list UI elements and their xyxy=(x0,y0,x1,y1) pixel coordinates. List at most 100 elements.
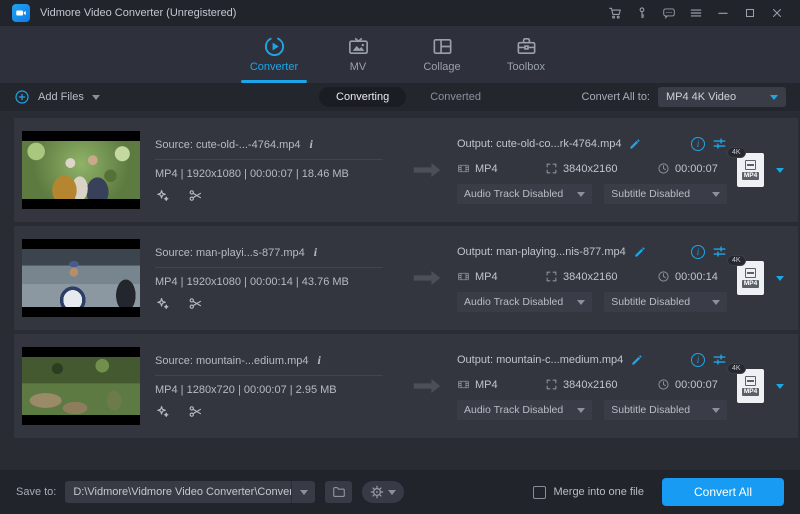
source-info-icon[interactable]: i xyxy=(310,137,313,152)
output-resolution: 3840x2160 xyxy=(563,379,617,391)
source-filename: Source: cute-old-...-4764.mp4 xyxy=(155,139,301,151)
subtitle-dropdown[interactable]: Subtitle Disabled xyxy=(604,400,727,420)
output-filename: Output: man-playing...nis-877.mp4 xyxy=(457,246,626,258)
output-type-icon[interactable]: 4K MP4 xyxy=(737,153,764,187)
tab-collage[interactable]: Collage xyxy=(409,34,475,83)
app-logo-icon xyxy=(12,4,30,22)
tune-icon[interactable] xyxy=(712,352,727,367)
folder-icon xyxy=(332,485,346,499)
file-row: Source: man-playi...s-877.mp4 i MP4 | 19… xyxy=(14,226,798,330)
settings-button[interactable] xyxy=(362,481,404,503)
file-row: Source: cute-old-...-4764.mp4 i MP4 | 19… xyxy=(14,118,798,222)
output-info-icon[interactable]: i xyxy=(691,137,705,151)
expand-icon xyxy=(545,270,558,283)
clock-icon xyxy=(657,162,670,175)
output-duration: 00:00:07 xyxy=(675,163,718,175)
pencil-icon[interactable] xyxy=(628,137,642,151)
output-format-select[interactable]: MP4 4K Video xyxy=(658,87,786,107)
pencil-icon[interactable] xyxy=(633,245,647,259)
file-list: Source: cute-old-...-4764.mp4 i MP4 | 19… xyxy=(0,111,800,470)
save-path-value: D:\Vidmore\Vidmore Video Converter\Conve… xyxy=(65,486,291,498)
convert-all-button[interactable]: Convert All xyxy=(662,478,784,506)
merge-checkbox[interactable] xyxy=(533,486,546,499)
open-folder-button[interactable] xyxy=(325,481,352,503)
format-panel-caret-icon[interactable] xyxy=(776,384,784,389)
close-icon[interactable] xyxy=(766,2,788,24)
add-files-caret-icon[interactable] xyxy=(92,95,100,100)
film-icon xyxy=(457,378,470,391)
output-resolution: 3840x2160 xyxy=(563,163,617,175)
edit-star-icon[interactable] xyxy=(155,404,170,419)
tab-mv[interactable]: MV xyxy=(325,34,391,83)
scissors-icon[interactable] xyxy=(188,188,203,203)
source-filename: Source: mountain-...edium.mp4 xyxy=(155,355,308,367)
save-to-label: Save to: xyxy=(16,486,56,498)
pencil-icon[interactable] xyxy=(630,353,644,367)
clock-icon xyxy=(657,378,670,391)
subtitle-dropdown[interactable]: Subtitle Disabled xyxy=(604,292,727,312)
arrow-right-icon xyxy=(397,378,457,394)
tab-converter[interactable]: Converter xyxy=(241,34,307,83)
file-row: Source: mountain-...edium.mp4 i MP4 | 12… xyxy=(14,334,798,438)
output-format: MP4 xyxy=(475,271,498,283)
converting-tab[interactable]: Converting xyxy=(319,87,406,107)
video-thumbnail[interactable] xyxy=(22,131,140,209)
audio-track-dropdown[interactable]: Audio Track Disabled xyxy=(457,184,592,204)
scissors-icon[interactable] xyxy=(188,404,203,419)
scissors-icon[interactable] xyxy=(188,296,203,311)
tab-toolbox[interactable]: Toolbox xyxy=(493,34,559,83)
feedback-icon[interactable] xyxy=(658,2,680,24)
tune-icon[interactable] xyxy=(712,244,727,259)
film-icon xyxy=(457,162,470,175)
caret-down-icon xyxy=(712,300,720,305)
4k-badge: 4K xyxy=(727,255,746,266)
output-type-icon[interactable]: 4K MP4 xyxy=(737,369,764,403)
save-path-caret-icon[interactable] xyxy=(291,481,315,503)
toolbox-icon xyxy=(515,34,538,58)
audio-track-dropdown[interactable]: Audio Track Disabled xyxy=(457,292,592,312)
4k-badge: 4K xyxy=(727,147,746,158)
output-resolution: 3840x2160 xyxy=(563,271,617,283)
source-meta: MP4 | 1920x1080 | 00:00:07 | 18.46 MB xyxy=(155,168,397,180)
save-path-select[interactable]: D:\Vidmore\Vidmore Video Converter\Conve… xyxy=(65,481,315,503)
tab-mv-label: MV xyxy=(350,61,367,73)
audio-track-dropdown[interactable]: Audio Track Disabled xyxy=(457,400,592,420)
output-type-icon[interactable]: 4K MP4 xyxy=(737,261,764,295)
video-thumbnail[interactable] xyxy=(22,347,140,425)
film-icon xyxy=(457,270,470,283)
4k-badge: 4K xyxy=(727,363,746,374)
output-info-icon[interactable]: i xyxy=(691,353,705,367)
caret-down-icon xyxy=(712,408,720,413)
divider xyxy=(155,159,383,160)
toolbar: Add Files Converting Converted Convert A… xyxy=(0,83,800,111)
key-icon[interactable] xyxy=(631,2,653,24)
clock-icon xyxy=(657,270,670,283)
converted-tab[interactable]: Converted xyxy=(430,91,481,103)
menu-icon[interactable] xyxy=(685,2,707,24)
edit-star-icon[interactable] xyxy=(155,188,170,203)
arrow-right-icon xyxy=(397,162,457,178)
format-caret-icon xyxy=(770,95,778,100)
format-panel-caret-icon[interactable] xyxy=(776,168,784,173)
video-thumbnail[interactable] xyxy=(22,239,140,317)
caret-down-icon xyxy=(712,192,720,197)
expand-icon xyxy=(545,378,558,391)
add-files-button[interactable]: Add Files xyxy=(14,89,100,105)
minimize-icon[interactable] xyxy=(712,2,734,24)
format-panel-caret-icon[interactable] xyxy=(776,276,784,281)
file-type-label: MP4 xyxy=(742,388,759,396)
subtitle-dropdown[interactable]: Subtitle Disabled xyxy=(604,184,727,204)
file-film-glyph xyxy=(745,376,756,386)
converter-icon xyxy=(263,34,286,58)
edit-star-icon[interactable] xyxy=(155,296,170,311)
tune-icon[interactable] xyxy=(712,136,727,151)
source-info-icon[interactable]: i xyxy=(317,353,320,368)
maximize-icon[interactable] xyxy=(739,2,761,24)
source-filename: Source: man-playi...s-877.mp4 xyxy=(155,247,305,259)
bottom-bar: Save to: D:\Vidmore\Vidmore Video Conver… xyxy=(0,470,800,514)
output-filename: Output: mountain-c...medium.mp4 xyxy=(457,354,623,366)
source-info-icon[interactable]: i xyxy=(314,245,317,260)
cart-icon[interactable] xyxy=(604,2,626,24)
caret-down-icon xyxy=(577,300,585,305)
output-info-icon[interactable]: i xyxy=(691,245,705,259)
